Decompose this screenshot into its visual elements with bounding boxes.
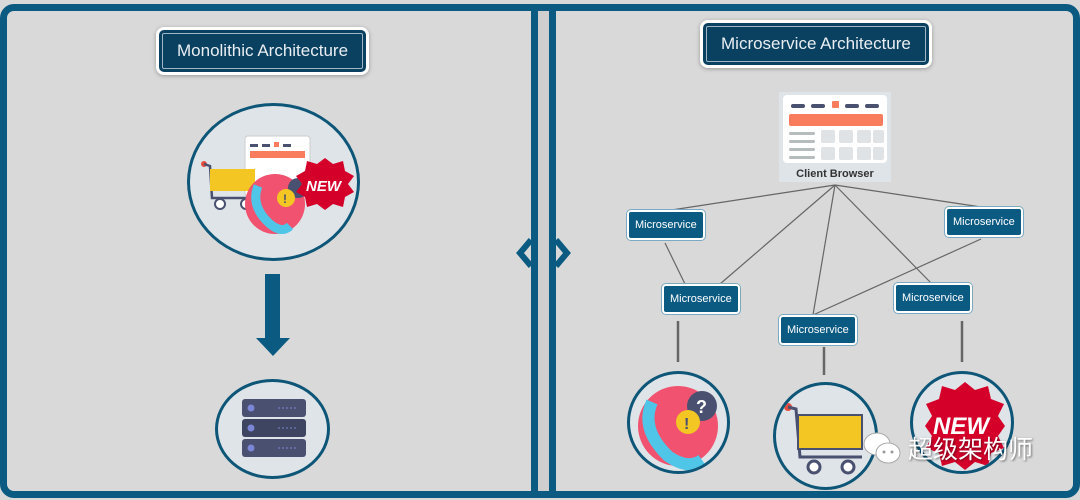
microservice-node: Microservice bbox=[894, 283, 972, 313]
microservice-node: Microservice bbox=[779, 315, 857, 345]
client-browser: Client Browser bbox=[779, 92, 891, 182]
support-service-circle: ? ! bbox=[627, 371, 730, 474]
svg-text:!: ! bbox=[684, 416, 689, 433]
connector-line bbox=[834, 184, 982, 208]
microservice-node: Microservice bbox=[662, 284, 740, 314]
browser-window-icon bbox=[783, 95, 887, 163]
microservice-node: Microservice bbox=[627, 210, 705, 240]
watermark: 超级架构师 bbox=[862, 430, 1033, 466]
connector-line bbox=[664, 242, 686, 285]
connector-line bbox=[812, 184, 836, 316]
microservice-node: Microservice bbox=[945, 207, 1023, 237]
wechat-icon bbox=[863, 432, 901, 464]
svg-text:?: ? bbox=[696, 397, 707, 417]
